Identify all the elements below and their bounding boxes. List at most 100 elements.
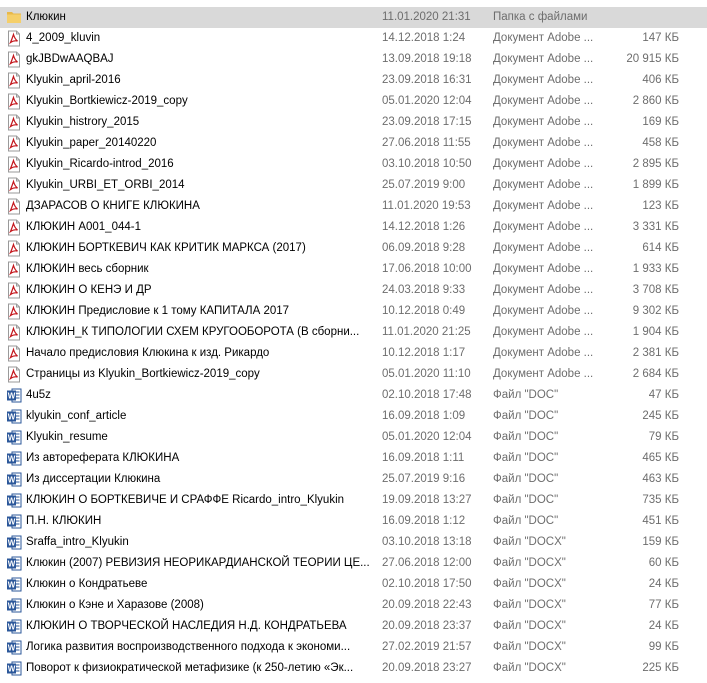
file-size: 147 КБ bbox=[642, 32, 679, 44]
file-type: Документ Adobe ... bbox=[493, 158, 594, 170]
svg-text:W: W bbox=[8, 539, 16, 548]
file-row[interactable]: W П.Н. КЛЮКИН 16.09.2018 1:12 Файл "DOC" 45… bbox=[0, 511, 707, 532]
file-row[interactable]: Начало предисловия Клюкина к изд. Рикард… bbox=[0, 343, 707, 364]
file-date: 10.12.2018 1:17 bbox=[382, 347, 466, 359]
svg-text:W: W bbox=[8, 644, 16, 653]
svg-text:W: W bbox=[8, 623, 16, 632]
file-type: Документ Adobe ... bbox=[493, 305, 594, 317]
file-type: Документ Adobe ... bbox=[493, 221, 594, 233]
file-row[interactable]: W Клюкин (2007) РЕВИЗИЯ НЕОРИКАРДИАНСКОЙ… bbox=[0, 553, 707, 574]
file-type: Файл "DOC" bbox=[493, 473, 559, 485]
file-name: Клюкин bbox=[26, 11, 66, 23]
file-row[interactable]: W Клюкин о Кэне и Харазове (2008) 20.09.2… bbox=[0, 595, 707, 616]
file-size: 3 331 КБ bbox=[632, 221, 679, 233]
file-row[interactable]: ДЗАРАСОВ О КНИГЕ КЛЮКИНА 11.01.2020 19:53… bbox=[0, 196, 707, 217]
file-name: Sraffa_intro_Klyukin bbox=[26, 536, 129, 548]
file-date: 05.01.2020 12:04 bbox=[382, 431, 472, 443]
file-name: Klyukin_Bortkiewicz-2019_copy bbox=[26, 95, 188, 107]
file-row[interactable]: Klyukin_Bortkiewicz-2019_copy 05.01.2020 … bbox=[0, 91, 707, 112]
file-size: 2 895 КБ bbox=[632, 158, 679, 170]
svg-text:W: W bbox=[8, 518, 16, 527]
file-name: Klyukin_paper_20140220 bbox=[26, 137, 157, 149]
pdf-icon bbox=[6, 114, 22, 131]
pdf-icon bbox=[6, 261, 22, 278]
file-name: Klyukin_Ricardo-introd_2016 bbox=[26, 158, 174, 170]
pdf-icon bbox=[6, 303, 22, 320]
file-name: Начало предисловия Клюкина к изд. Рикард… bbox=[26, 347, 270, 359]
file-size: 20 915 КБ bbox=[626, 53, 679, 65]
file-type: Файл "DOCX" bbox=[493, 578, 566, 590]
file-name: Из автореферата КЛЮКИНА bbox=[26, 452, 180, 464]
file-name: Поворот к физиократической метафизике (к… bbox=[26, 662, 354, 674]
file-row[interactable]: W Поворот к физиократической метафизике … bbox=[0, 658, 707, 679]
file-date: 10.12.2018 0:49 bbox=[382, 305, 466, 317]
file-size: 2 860 КБ bbox=[632, 95, 679, 107]
file-size: 60 КБ bbox=[648, 557, 679, 569]
file-size: 123 КБ bbox=[642, 200, 679, 212]
file-size: 614 КБ bbox=[642, 242, 679, 254]
file-type: Файл "DOCX" bbox=[493, 599, 566, 611]
file-name: Страницы из Klyukin_Bortkiewicz-2019_cop… bbox=[26, 368, 260, 380]
file-type: Документ Adobe ... bbox=[493, 53, 594, 65]
file-row[interactable]: gkJBDwAAQBAJ 13.09.2018 19:18 Документ Ado… bbox=[0, 49, 707, 70]
file-name: Klyukin_resume bbox=[26, 431, 108, 443]
svg-text:W: W bbox=[8, 434, 16, 443]
pdf-icon bbox=[6, 366, 22, 383]
pdf-icon bbox=[6, 240, 22, 257]
file-type: Документ Adobe ... bbox=[493, 284, 594, 296]
file-type: Документ Adobe ... bbox=[493, 368, 594, 380]
file-date: 13.09.2018 19:18 bbox=[382, 53, 472, 65]
file-type: Файл "DOC" bbox=[493, 431, 559, 443]
word-icon: W bbox=[6, 660, 22, 677]
file-row[interactable]: Страницы из Klyukin_Bortkiewicz-2019_cop… bbox=[0, 364, 707, 385]
file-name: Klyukin_histrory_2015 bbox=[26, 116, 140, 128]
file-row[interactable]: Klyukin_paper_20140220 27.06.2018 11:55 До… bbox=[0, 133, 707, 154]
file-row[interactable]: W Клюкин о Кондратьеве 02.10.2018 17:50 Фа… bbox=[0, 574, 707, 595]
file-row[interactable]: W Klyukin_resume 05.01.2020 12:04 Файл "DO… bbox=[0, 427, 707, 448]
svg-text:W: W bbox=[8, 560, 16, 569]
file-row[interactable]: W 4u5z 02.10.2018 17:48 Файл "DOC" 47 КБ bbox=[0, 385, 707, 406]
file-row[interactable]: КЛЮКИН_К ТИПОЛОГИИ СХЕМ КРУГООБОРОТА (В … bbox=[0, 322, 707, 343]
file-row[interactable]: W КЛЮКИН О БОРТКЕВИЧЕ И СРАФФЕ Ricardo_i… bbox=[0, 490, 707, 511]
svg-text:W: W bbox=[8, 476, 16, 485]
file-date: 11.01.2020 19:53 bbox=[382, 200, 471, 212]
file-row[interactable]: W Логика развития воспроизводственного п… bbox=[0, 637, 707, 658]
file-row[interactable]: Klyukin_histrory_2015 23.09.2018 17:15 Док… bbox=[0, 112, 707, 133]
file-date: 27.06.2018 12:00 bbox=[382, 557, 472, 569]
pdf-icon bbox=[6, 30, 22, 47]
file-type: Документ Adobe ... bbox=[493, 116, 594, 128]
file-size: 159 КБ bbox=[642, 536, 679, 548]
file-type: Файл "DOCX" bbox=[493, 557, 566, 569]
file-row[interactable]: Klyukin_URBI_ET_ORBI_2014 25.07.2019 9:00… bbox=[0, 175, 707, 196]
file-row[interactable]: Klyukin_Ricardo-introd_2016 03.10.2018 10… bbox=[0, 154, 707, 175]
file-row[interactable]: W Sraffa_intro_Klyukin 03.10.2018 13:18 Фа… bbox=[0, 532, 707, 553]
file-row[interactable]: КЛЮКИН БОРТКЕВИЧ КАК КРИТИК МАРКСА (2017… bbox=[0, 238, 707, 259]
word-icon: W bbox=[6, 555, 22, 572]
file-name: КЛЮКИН О КЕНЭ И ДР bbox=[26, 284, 152, 296]
file-type: Документ Adobe ... bbox=[493, 137, 594, 149]
folder-row[interactable]: Клюкин 11.01.2020 21:31 Папка с файлами bbox=[0, 7, 707, 28]
file-row[interactable]: КЛЮКИН весь сборник 17.06.2018 10:00 Докум… bbox=[0, 259, 707, 280]
file-name: Клюкин (2007) РЕВИЗИЯ НЕОРИКАРДИАНСКОЙ Т… bbox=[26, 557, 370, 569]
file-size: 451 КБ bbox=[642, 515, 679, 527]
file-type: Файл "DOCX" bbox=[493, 536, 566, 548]
file-row[interactable]: Klyukin_april-2016 23.09.2018 16:31 Докуме… bbox=[0, 70, 707, 91]
file-row[interactable]: W klyukin_conf_article 16.09.2018 1:09 Фай… bbox=[0, 406, 707, 427]
file-name: КЛЮКИН О БОРТКЕВИЧЕ И СРАФФЕ Ricardo_int… bbox=[26, 494, 345, 506]
file-row[interactable]: КЛЮКИН А001_044-1 14.12.2018 1:26 Документ… bbox=[0, 217, 707, 238]
file-name: Klyukin_april-2016 bbox=[26, 74, 121, 86]
word-icon: W bbox=[6, 429, 22, 446]
file-name: Клюкин о Кондратьеве bbox=[26, 578, 148, 590]
file-row[interactable]: КЛЮКИН Предисловие к 1 тому КАПИТАЛА 201… bbox=[0, 301, 707, 322]
file-row[interactable]: W КЛЮКИН О ТВОРЧЕСКОЙ НАСЛЕДИЯ Н.Д. КОНД… bbox=[0, 616, 707, 637]
file-type: Файл "DOC" bbox=[493, 515, 559, 527]
file-date: 06.09.2018 9:28 bbox=[382, 242, 466, 254]
file-type: Файл "DOCX" bbox=[493, 620, 566, 632]
file-row[interactable]: 4_2009_kluvin 14.12.2018 1:24 Документ Ado… bbox=[0, 28, 707, 49]
file-row[interactable]: КЛЮКИН О КЕНЭ И ДР 24.03.2018 9:33 Докумен… bbox=[0, 280, 707, 301]
file-size: 24 КБ bbox=[648, 620, 679, 632]
file-name: Из диссертации Клюкина bbox=[26, 473, 161, 485]
file-size: 1 933 КБ bbox=[632, 263, 679, 275]
file-row[interactable]: W Из диссертации Клюкина 25.07.2019 9:16 Ф… bbox=[0, 469, 707, 490]
file-row[interactable]: W Из автореферата КЛЮКИНА 16.09.2018 1:11… bbox=[0, 448, 707, 469]
